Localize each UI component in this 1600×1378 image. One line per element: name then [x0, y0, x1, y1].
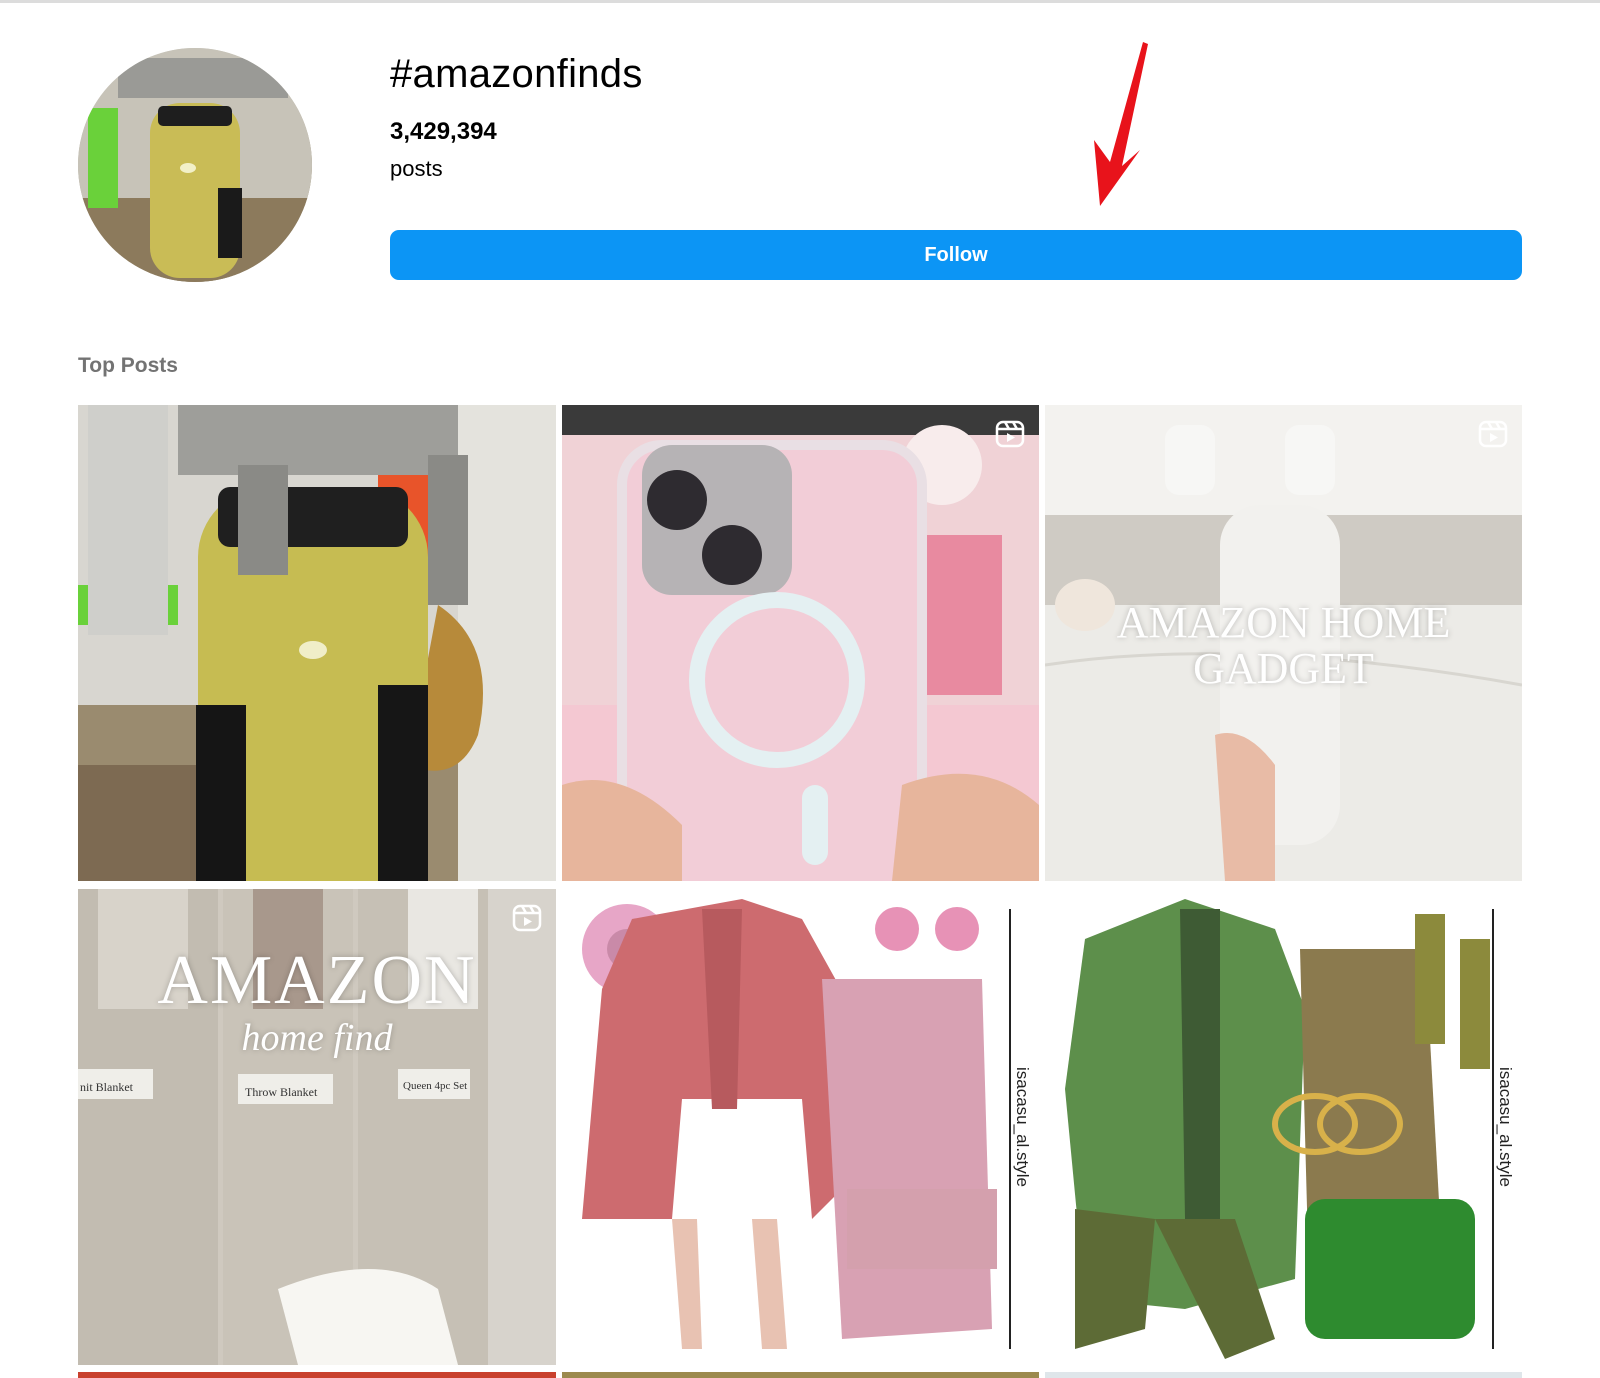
follow-button[interactable]: Follow: [390, 230, 1522, 280]
post-tile[interactable]: isacasu_al.style: [1045, 889, 1522, 1365]
hashtag-title: #amazonfinds: [390, 52, 643, 96]
overlay-line: home find: [241, 1017, 393, 1059]
overlay-line: GADGET: [1193, 644, 1374, 694]
overlay-line: AMAZON: [157, 942, 477, 1019]
post-tile[interactable]: nit Blanket Throw Blanket Queen 4pc Set …: [78, 889, 556, 1365]
post-tile[interactable]: [562, 1372, 1039, 1378]
post-image-phone: [562, 405, 1039, 881]
post-tile[interactable]: isacasu_al.style: [562, 889, 1039, 1365]
avatar-jar-image: [78, 48, 312, 282]
post-image-jar: [78, 405, 556, 881]
post-tile[interactable]: [562, 405, 1039, 881]
top-posts-title: Top Posts: [78, 354, 178, 377]
post-count-label: posts: [390, 156, 443, 181]
watermark-handle: isacasu_al.style: [1013, 1067, 1032, 1188]
hashtag-avatar: [78, 48, 312, 282]
overlay-line: AMAZON HOME: [1116, 598, 1451, 647]
reels-icon: [1478, 420, 1508, 448]
post-image-pink-outfit: [562, 889, 1039, 1365]
top-border: [0, 0, 1600, 3]
storage-label: nit Blanket: [80, 1080, 133, 1094]
reels-icon: [995, 420, 1025, 448]
post-image-green-outfit: [1045, 889, 1522, 1365]
post-tile[interactable]: [78, 1372, 556, 1378]
post-overlay-text: AMAZON HOME GADGET: [1045, 598, 1522, 694]
post-tile[interactable]: [1045, 1372, 1522, 1378]
post-count: 3,429,394: [390, 118, 497, 145]
post-tile[interactable]: [78, 405, 556, 881]
watermark-handle: isacasu_al.style: [1496, 1067, 1515, 1188]
red-arrow-icon: [1094, 42, 1148, 206]
post-tile[interactable]: AMAZON HOME GADGET: [1045, 405, 1522, 881]
reels-icon: [512, 904, 542, 932]
storage-label: Throw Blanket: [245, 1085, 318, 1099]
storage-label: Queen 4pc Set: [403, 1080, 468, 1092]
